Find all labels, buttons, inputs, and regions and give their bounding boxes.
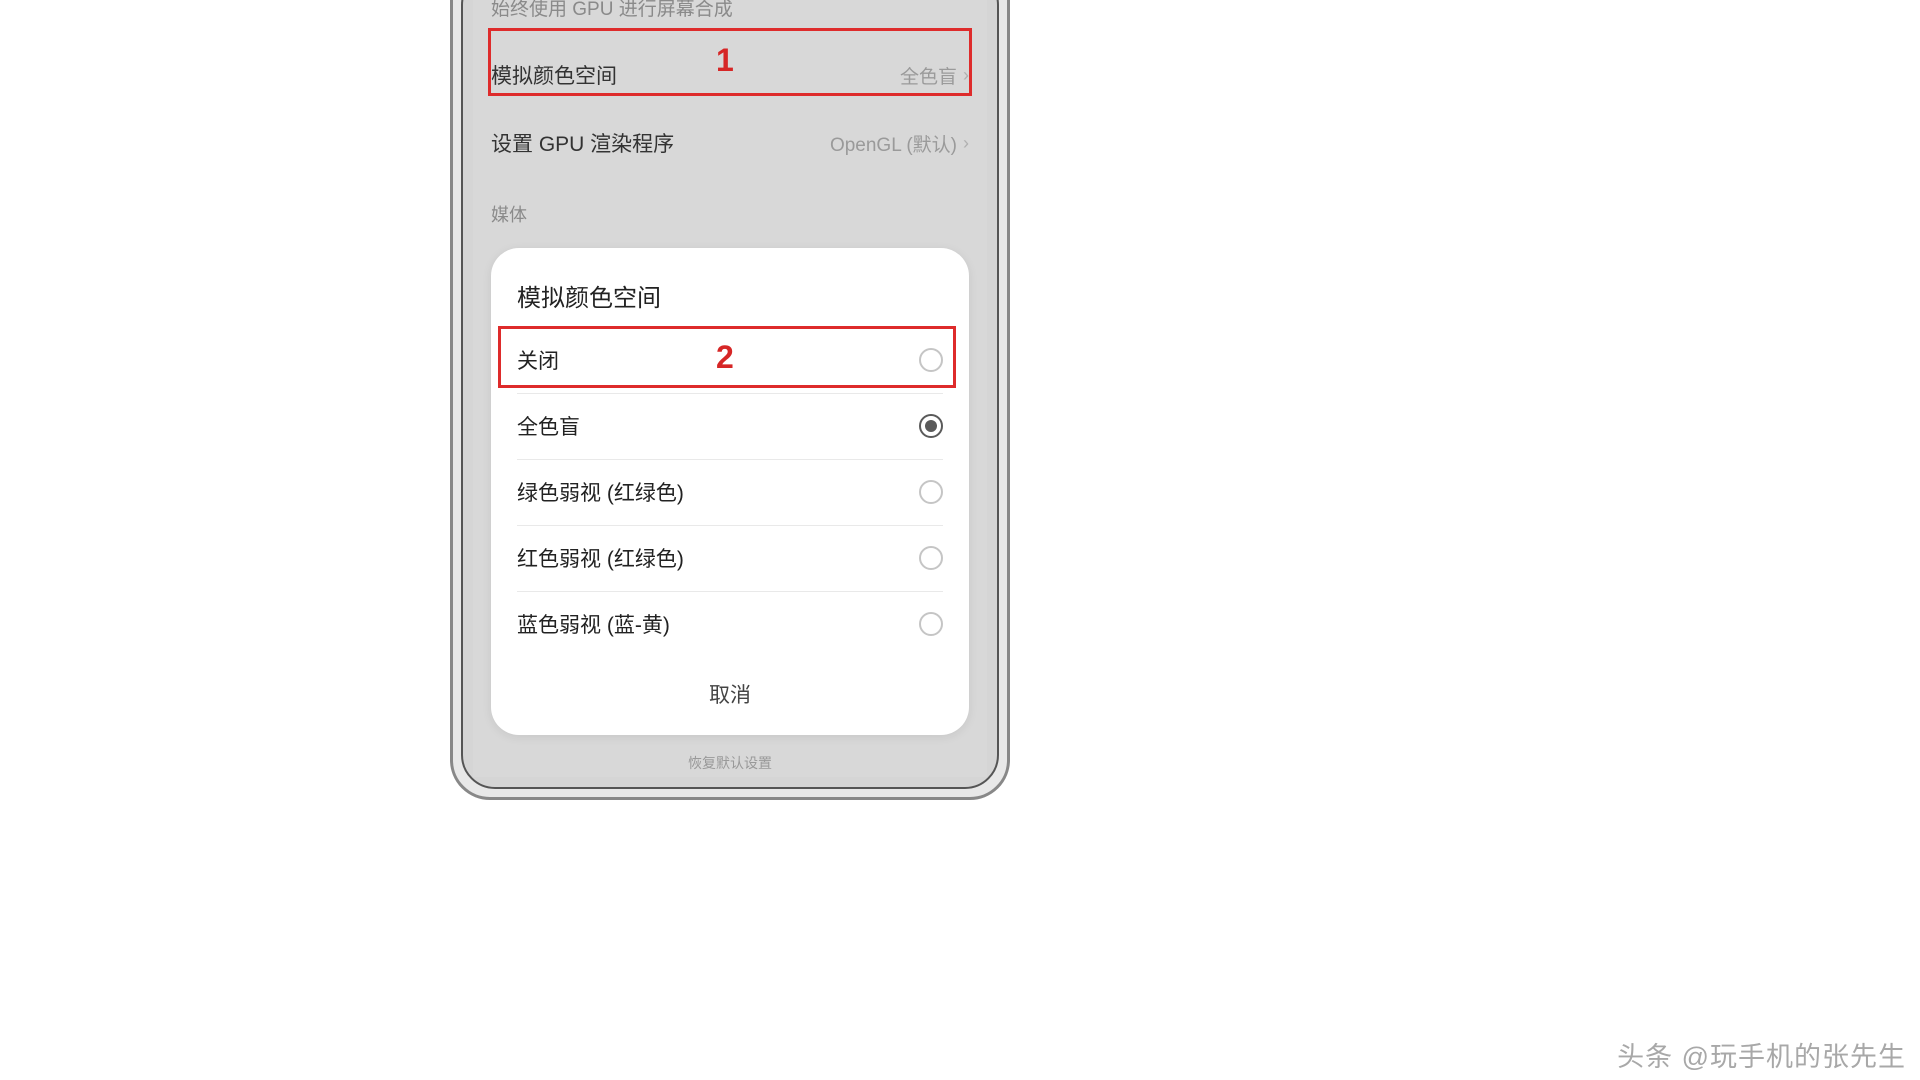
option-label: 全色盲 xyxy=(517,411,580,441)
setting-gpu-renderer[interactable]: 设置 GPU 渲染程序 OpenGL (默认) › xyxy=(491,109,969,177)
chevron-right-icon: › xyxy=(963,65,969,86)
radio-icon xyxy=(919,546,943,570)
setting-gpu-compositing[interactable]: 始终使用 GPU 进行屏幕合成 xyxy=(491,0,969,41)
setting-value: 全色盲 › xyxy=(900,62,969,89)
section-header-media: 媒体 xyxy=(473,177,987,237)
watermark-text: 头条 @玩手机的张先生 xyxy=(1617,1035,1906,1074)
color-space-sheet: 模拟颜色空间 关闭 全色盲 绿色弱视 (红绿色) 红色弱视 (红绿色) xyxy=(491,248,969,735)
option-label: 红色弱视 (红绿色) xyxy=(517,543,684,573)
chevron-right-icon: › xyxy=(963,133,969,154)
setting-label: 模拟颜色空间 xyxy=(491,60,617,90)
setting-color-space[interactable]: 模拟颜色空间 全色盲 › xyxy=(491,41,969,109)
phone-side-button xyxy=(1008,38,1010,73)
option-monochromacy[interactable]: 全色盲 xyxy=(491,393,969,459)
setting-label: 设置 GPU 渲染程序 xyxy=(491,128,674,158)
option-tritanomaly[interactable]: 蓝色弱视 (蓝-黄) xyxy=(491,591,969,657)
option-protanomaly[interactable]: 红色弱视 (红绿色) xyxy=(491,525,969,591)
option-off[interactable]: 关闭 xyxy=(491,327,969,393)
settings-group-rendering: 始终使用 GPU 进行屏幕合成 模拟颜色空间 全色盲 › 设置 GPU 渲染程序… xyxy=(473,0,987,177)
phone-inner-frame: 始终使用 GPU 进行屏幕合成 模拟颜色空间 全色盲 › 设置 GPU 渲染程序… xyxy=(461,0,999,789)
phone-device-frame: 始终使用 GPU 进行屏幕合成 模拟颜色空间 全色盲 › 设置 GPU 渲染程序… xyxy=(450,0,1010,800)
setting-label: 始终使用 GPU 进行屏幕合成 xyxy=(491,0,733,21)
option-label: 蓝色弱视 (蓝-黄) xyxy=(517,609,670,639)
radio-icon xyxy=(919,348,943,372)
cancel-button[interactable]: 取消 xyxy=(491,657,969,715)
radio-selected-icon xyxy=(919,414,943,438)
option-deuteranomaly[interactable]: 绿色弱视 (红绿色) xyxy=(491,459,969,525)
radio-icon xyxy=(919,480,943,504)
restore-defaults-link[interactable]: 恢复默认设置 xyxy=(473,753,987,773)
sheet-title: 模拟颜色空间 xyxy=(491,278,969,327)
radio-icon xyxy=(919,612,943,636)
option-label: 关闭 xyxy=(517,345,559,375)
setting-value: OpenGL (默认) › xyxy=(830,130,969,157)
phone-screen: 始终使用 GPU 进行屏幕合成 模拟颜色空间 全色盲 › 设置 GPU 渲染程序… xyxy=(473,0,987,777)
option-label: 绿色弱视 (红绿色) xyxy=(517,477,684,507)
